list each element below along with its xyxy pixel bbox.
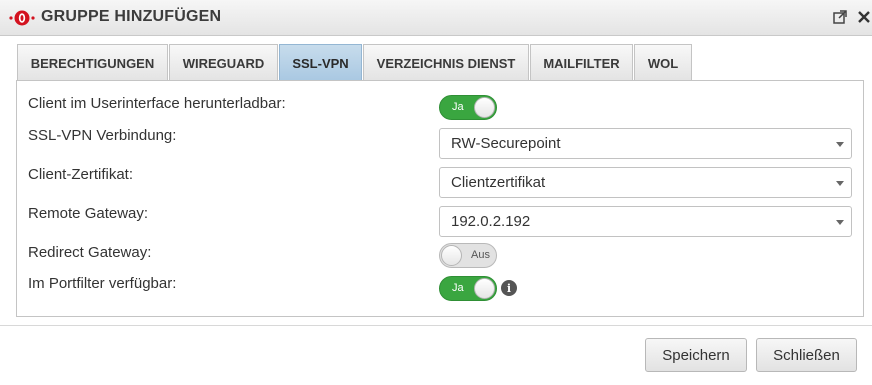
remote-gateway-label: Remote Gateway: [28, 205, 149, 222]
client-certificate-label: Client-Zertifikat: [28, 166, 134, 183]
toggle-knob [441, 245, 462, 266]
chevron-down-icon [836, 220, 844, 225]
dialog-titlebar: GRUPPE HINZUFÜGEN [0, 0, 872, 36]
toggle-knob [474, 278, 495, 299]
ssl-vpn-connection-label: SSL-VPN Verbindung: [28, 127, 177, 144]
portfilter-label: Im Portfilter verfügbar: [28, 275, 177, 292]
tab-wol[interactable]: WOL [634, 44, 692, 81]
select-value: 192.0.2.192 [451, 213, 531, 230]
remote-gateway-select[interactable]: 192.0.2.192 [439, 206, 852, 237]
save-button[interactable]: Speichern [645, 338, 747, 372]
select-value: RW-Securepoint [451, 135, 561, 152]
securepoint-logo-icon [9, 10, 35, 26]
toggle-knob [474, 97, 495, 118]
redirect-gateway-label: Redirect Gateway: [28, 244, 152, 261]
portfilter-toggle[interactable]: Ja [439, 276, 497, 301]
ssl-vpn-connection-select[interactable]: RW-Securepoint [439, 128, 852, 159]
tab-wireguard[interactable]: WIREGUARD [169, 44, 278, 81]
chevron-down-icon [836, 181, 844, 186]
info-icon[interactable]: i [501, 280, 517, 296]
chevron-down-icon [836, 142, 844, 147]
footer-divider [0, 325, 872, 326]
client-download-label: Client im Userinterface herunterladbar: [28, 95, 286, 112]
toggle-state-label: Aus [471, 249, 490, 261]
close-button[interactable]: Schließen [756, 338, 857, 372]
tab-berechtigungen[interactable]: BERECHTIGUNGEN [17, 44, 168, 81]
close-icon[interactable] [856, 9, 872, 25]
tab-ssl-vpn[interactable]: SSL-VPN [279, 44, 362, 81]
popout-icon[interactable] [832, 9, 848, 25]
toggle-state-label: Ja [452, 282, 464, 294]
toggle-state-label: Ja [452, 101, 464, 113]
dialog-title: GRUPPE HINZUFÜGEN [41, 8, 222, 25]
tab-verzeichnis-dienst[interactable]: VERZEICHNIS DIENST [363, 44, 529, 81]
tab-mailfilter[interactable]: MAILFILTER [530, 44, 633, 81]
client-certificate-select[interactable]: Clientzertifikat [439, 167, 852, 198]
client-download-toggle[interactable]: Ja [439, 95, 497, 120]
select-value: Clientzertifikat [451, 174, 546, 191]
redirect-gateway-toggle[interactable]: Aus [439, 243, 497, 268]
